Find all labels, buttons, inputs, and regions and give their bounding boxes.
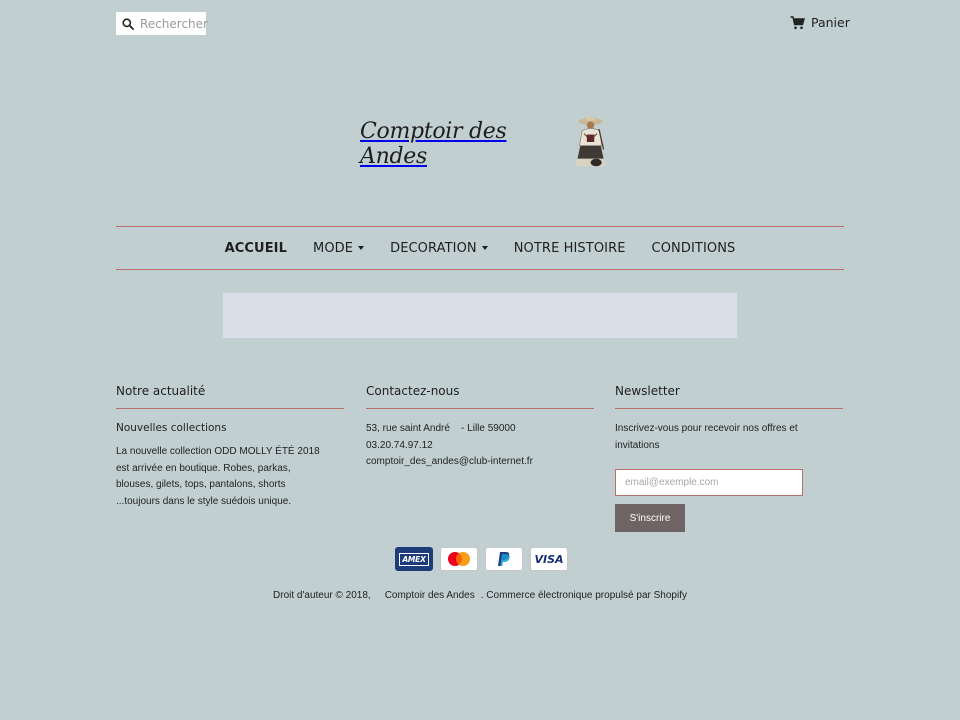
newsletter-heading: Newsletter — [615, 384, 843, 409]
main-navigation: ACCUEIL MODE DECORATION NOTRE HISTOIRE C… — [116, 226, 844, 270]
site-logo[interactable]: Comptoir des Andes — [360, 106, 610, 178]
american-express-icon: AMEX — [395, 547, 433, 571]
mastercard-icon — [440, 547, 478, 571]
nav-item-label: ACCUEIL — [224, 240, 287, 256]
amex-label: AMEX — [399, 552, 429, 566]
cart-label[interactable]: Panier — [811, 15, 850, 30]
newsletter-text: Inscrivez-vous pour recevoir nos offres … — [615, 423, 798, 451]
news-article-title[interactable]: Nouvelles collections — [116, 422, 344, 434]
nav-item-accueil[interactable]: ACCUEIL — [225, 241, 287, 256]
news-heading: Notre actualité — [116, 384, 344, 409]
news-article-text: La nouvelle collection ODD MOLLY ÉTÉ 201… — [116, 446, 320, 507]
visa-icon: VISA — [530, 547, 568, 571]
footer-newsletter-column: Newsletter Inscrivez-vous pour recevoir … — [615, 384, 843, 532]
cart-link[interactable]: Panier — [790, 15, 850, 30]
newsletter-email-input[interactable] — [615, 469, 803, 496]
nav-item-decoration[interactable]: DECORATION — [390, 241, 488, 256]
nav-item-label: MODE — [313, 240, 354, 256]
contact-address: 53, rue saint André - Lille 59000 — [366, 423, 516, 434]
nav-item-conditions[interactable]: CONDITIONS — [652, 241, 736, 256]
shopping-cart-icon — [790, 15, 805, 29]
nav-item-notre-histoire[interactable]: NOTRE HISTOIRE — [514, 241, 626, 256]
hero-banner-image[interactable] — [223, 293, 737, 338]
nav-item-label: CONDITIONS — [651, 240, 736, 256]
nav-item-mode[interactable]: MODE — [313, 240, 365, 256]
copyright-suffix: . Commerce électronique propulsé par Sho… — [480, 590, 687, 601]
search-box[interactable] — [116, 12, 208, 35]
contact-email: comptoir_des_andes@club-internet.fr — [366, 456, 533, 467]
nav-item-label: DECORATION — [390, 240, 477, 256]
subscribe-button[interactable]: S'inscrire — [615, 504, 685, 532]
caret-down-icon — [358, 246, 365, 250]
caret-down-icon — [481, 246, 488, 250]
search-input[interactable] — [140, 16, 208, 31]
visa-label: VISA — [534, 552, 564, 566]
copyright-shop-link[interactable]: Comptoir des Andes — [385, 590, 475, 601]
copyright: Droit d'auteur © 2018, Comptoir des Andes… — [0, 590, 960, 601]
nav-item-label: NOTRE HISTOIRE — [513, 240, 626, 256]
search-icon[interactable] — [122, 17, 134, 30]
contact-heading: Contactez-nous — [366, 384, 594, 409]
payment-methods: AMEX VISA — [395, 547, 575, 571]
logo-text: Comptoir des Andes — [360, 119, 507, 169]
gaucho-figure-icon — [574, 116, 607, 167]
contact-phone: 03.20.74.97.12 — [366, 439, 433, 451]
footer-contact-column: Contactez-nous 53, rue saint André - Lil… — [366, 384, 594, 471]
copyright-prefix: Droit d'auteur © 2018, — [273, 590, 371, 601]
footer-news-column: Notre actualité Nouvelles collections La… — [116, 384, 344, 510]
paypal-icon — [485, 547, 523, 571]
